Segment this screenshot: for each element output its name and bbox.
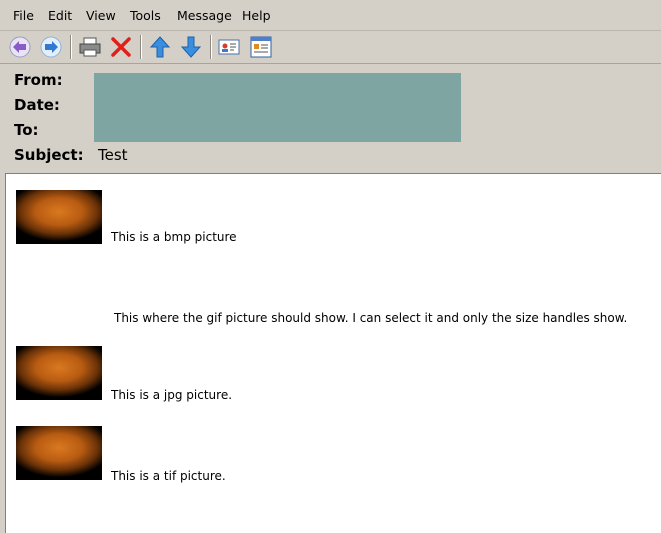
from-label: From:	[14, 71, 63, 89]
jpg-caption: This is a jpg picture.	[111, 388, 233, 402]
bmp-caption: This is a bmp picture	[111, 230, 237, 244]
print-button[interactable]	[77, 34, 103, 60]
encoding-button[interactable]	[248, 34, 274, 60]
bmp-picture[interactable]	[16, 190, 102, 244]
next-button[interactable]	[38, 34, 64, 60]
message-header: From: Date: To: Subject: Test	[0, 64, 661, 172]
subject-label: Subject:	[14, 146, 84, 164]
menu-edit[interactable]: Edit	[48, 8, 72, 23]
menu-bar: File Edit View Tools Message Help	[0, 0, 661, 31]
previous-button[interactable]	[7, 34, 33, 60]
next-message-icon	[180, 36, 202, 58]
redacted-header-values	[94, 73, 461, 142]
toolbar-separator	[210, 35, 212, 59]
previous-message-icon	[149, 36, 171, 58]
menu-file[interactable]: File	[13, 8, 34, 23]
previous-icon	[9, 36, 31, 58]
addresses-icon	[218, 39, 240, 55]
toolbar-separator	[70, 35, 72, 59]
delete-button[interactable]	[108, 34, 134, 60]
next-icon	[40, 36, 62, 58]
print-icon	[79, 37, 101, 57]
gif-caption: This where the gif picture should show. …	[114, 311, 628, 325]
jpg-picture[interactable]	[16, 346, 102, 400]
delete-icon	[111, 37, 131, 57]
menu-message[interactable]: Message	[177, 8, 232, 23]
addresses-button[interactable]	[216, 34, 242, 60]
message-body[interactable]: This is a bmp picture This where the gif…	[5, 173, 661, 533]
menu-tools[interactable]: Tools	[130, 8, 161, 23]
encoding-icon	[250, 36, 272, 58]
next-message-button[interactable]	[178, 34, 204, 60]
toolbar	[0, 31, 661, 64]
date-label: Date:	[14, 96, 60, 114]
menu-view[interactable]: View	[86, 8, 116, 23]
tif-picture[interactable]	[16, 426, 102, 480]
toolbar-separator	[140, 35, 142, 59]
to-label: To:	[14, 121, 39, 139]
previous-message-button[interactable]	[147, 34, 173, 60]
subject-value: Test	[98, 146, 128, 164]
tif-caption: This is a tif picture.	[111, 469, 226, 483]
menu-help[interactable]: Help	[242, 8, 271, 23]
